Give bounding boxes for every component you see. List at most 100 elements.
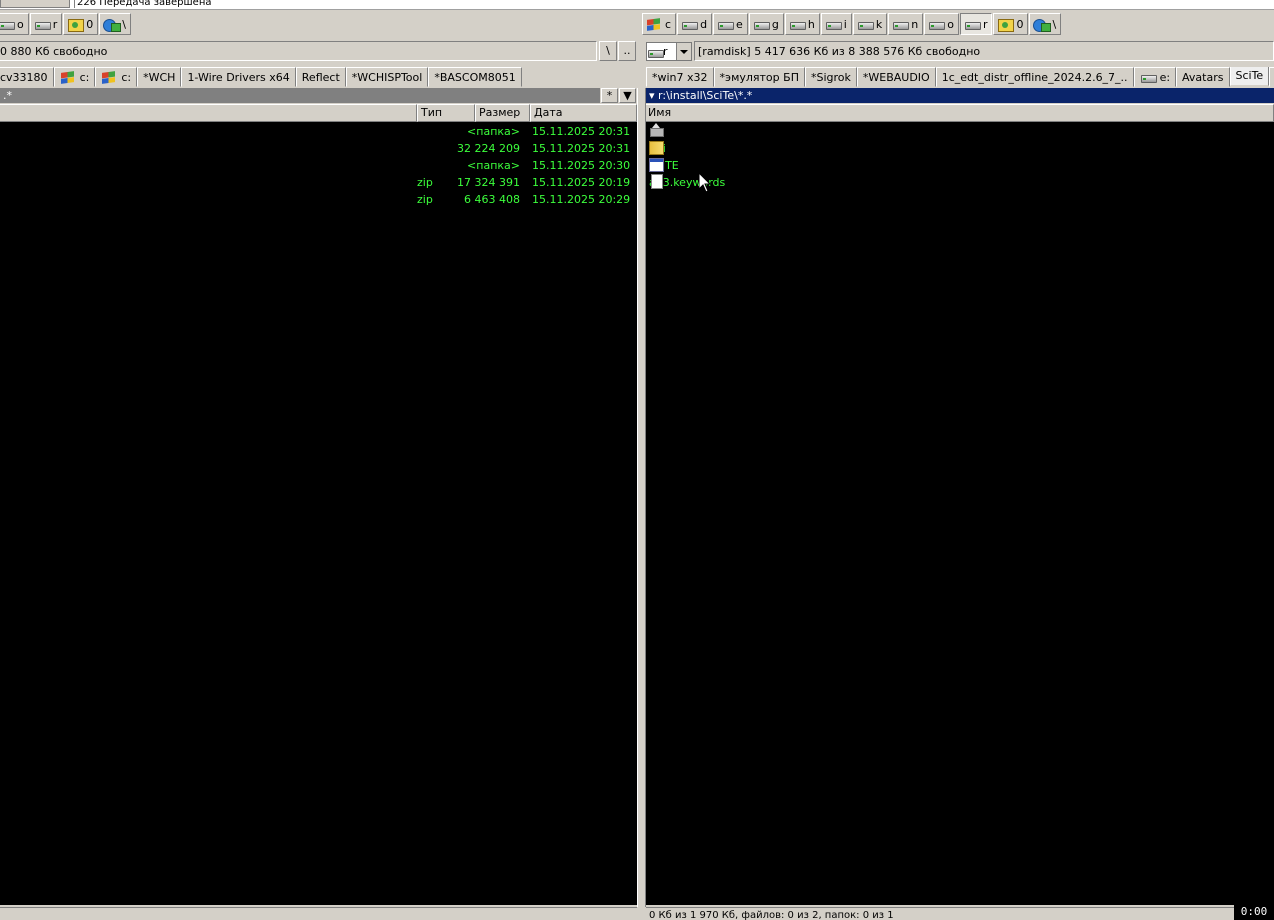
right-status-bar: 0 Кб из 1 970 Кб, файлов: 0 из 2, папок:… <box>646 907 1234 920</box>
drive-button-d[interactable]: d <box>677 13 713 35</box>
tab-label: 1c_edt_distr_offline_2024.2.6_7_.. <box>941 70 1128 84</box>
tab-label: *эмулятор БП <box>719 70 799 84</box>
document-icon <box>649 174 663 189</box>
file-date: 15.11.2025 20:29 <box>532 193 631 206</box>
ftp-status-text: 226 Передача завершена <box>74 0 212 8</box>
drive-button-network[interactable]: \ <box>1029 13 1062 35</box>
drive-button-k[interactable]: k <box>852 13 888 35</box>
tab-c-[interactable]: c: <box>95 67 138 87</box>
tab-label: Reflect <box>301 70 340 84</box>
tab-e-[interactable]: e: <box>1133 67 1177 87</box>
drive-button-r[interactable]: r <box>959 13 993 35</box>
tab-label: *Sigrok <box>810 70 851 84</box>
hdd-icon <box>825 19 842 30</box>
panel-splitter[interactable] <box>637 88 646 907</box>
left-path-bar[interactable]: .* <box>0 88 600 103</box>
drive-label: 0 <box>1016 17 1024 31</box>
drive-label: g <box>771 17 779 31</box>
tab-1-wire-drivers-x64[interactable]: 1-Wire Drivers x64 <box>181 67 296 87</box>
left-status-bar <box>0 907 637 920</box>
file-row[interactable]: <папка> 15.11.2025 20:30 <box>0 157 637 174</box>
drive-button-0[interactable]: 0 <box>993 13 1029 35</box>
file-row[interactable]: api <box>649 140 666 157</box>
hdd-icon <box>892 19 910 30</box>
drive-button-i[interactable]: i <box>820 13 852 35</box>
file-row[interactable]: <папка> 15.11.2025 20:31 <box>0 123 637 140</box>
file-date: 15.11.2025 20:30 <box>532 159 631 172</box>
network-icon <box>103 19 122 32</box>
tab-scite[interactable]: SciTe <box>1229 67 1270 86</box>
hdd-icon <box>753 19 770 30</box>
tab--webaudio[interactable]: *WEBAUDIO <box>856 67 936 87</box>
chevron-down-icon[interactable]: ▾ <box>649 89 658 102</box>
file-row[interactable]: .. <box>649 123 664 140</box>
file-date: 15.11.2025 20:31 <box>532 125 631 138</box>
drive-button-c[interactable]: c <box>642 13 677 35</box>
drive-button-o[interactable]: o <box>924 13 959 35</box>
favorites-star-button[interactable]: * <box>601 88 618 103</box>
tab-1c-edt-distr-offline-2024-2-6-7-[interactable]: 1c_edt_distr_offline_2024.2.6_7_.. <box>935 67 1134 87</box>
file-size: <папка> <box>467 159 520 172</box>
drive-label: k <box>875 17 883 31</box>
drive-button-n[interactable]: n <box>888 13 924 35</box>
tab--эмулятор-бп[interactable]: *эмулятор БП <box>713 67 805 87</box>
drive-button-g[interactable]: g <box>748 13 784 35</box>
drive-button-o[interactable]: o <box>0 13 29 35</box>
column-header-name[interactable]: Имя <box>644 104 1274 122</box>
tab-label: *WEBAUDIO <box>862 70 930 84</box>
tab-reflect[interactable]: Reflect <box>295 67 346 87</box>
tab--wchisptool[interactable]: *WCHISPTool <box>345 67 429 87</box>
drive-label: o <box>947 17 954 31</box>
parent-dir-button[interactable]: .. <box>618 41 636 61</box>
drive-label: e <box>736 17 743 31</box>
drive-button-e[interactable]: e <box>713 13 748 35</box>
column-header-type[interactable]: Тип <box>417 104 475 122</box>
windows-drive-icon <box>646 19 662 29</box>
file-row[interactable]: au3.keywords <box>649 174 725 191</box>
file-size: 17 324 391 <box>457 176 520 189</box>
application-icon <box>649 157 664 172</box>
right-file-list[interactable]: .. api SciTE au3.keywords <box>646 122 1274 905</box>
favorites-icon <box>67 19 85 32</box>
right-path-text: r:\install\SciTe\*.* <box>658 89 753 102</box>
file-date: 15.11.2025 20:31 <box>532 142 631 155</box>
column-header-name[interactable] <box>0 104 417 122</box>
ftp-status-box <box>0 0 70 8</box>
drive-button-r[interactable]: r <box>29 13 63 35</box>
right-drive-combo[interactable]: r <box>646 42 692 61</box>
drive-button-network[interactable]: \ <box>99 13 131 35</box>
mouse-cursor-icon <box>699 173 711 193</box>
tab-label: Avatars <box>1182 70 1224 84</box>
file-row[interactable]: zip 6 463 408 15.11.2025 20:29 <box>0 191 637 208</box>
file-size: 32 224 209 <box>457 142 520 155</box>
left-free-space: 0 880 Кб свободно <box>0 41 597 61</box>
column-header-size[interactable]: Размер <box>475 104 530 122</box>
tab--wch[interactable]: *WCH <box>137 67 182 87</box>
file-row[interactable]: zip 17 324 391 15.11.2025 20:19 <box>0 174 637 191</box>
drive-label: i <box>843 17 847 31</box>
tab-label: e: <box>1159 70 1171 84</box>
history-dropdown-button[interactable]: ▼ <box>619 88 636 103</box>
file-row[interactable]: 32 224 209 15.11.2025 20:31 <box>0 140 637 157</box>
tab--bascom8051[interactable]: *BASCOM8051 <box>428 67 522 87</box>
tab-arduino[interactable]: ARDUINO <box>1269 67 1274 87</box>
tab-label: c: <box>79 70 90 84</box>
file-row[interactable]: SciTE <box>649 157 679 174</box>
tab-avatars[interactable]: Avatars <box>1176 67 1230 87</box>
left-tab-bar: cv33180 c: c: *WCH 1-Wire Drivers x64 Reflect… <box>0 67 637 88</box>
tab--win7-x32[interactable]: *win7 x32 <box>646 67 714 87</box>
drive-button-0[interactable]: 0 <box>63 13 99 35</box>
chevron-down-icon[interactable] <box>676 43 691 60</box>
tab-cv33180[interactable]: cv33180 <box>0 67 54 87</box>
right-column-headers: Имя <box>644 104 1274 122</box>
left-file-list[interactable]: <папка> 15.11.2025 20:31 32 224 209 15.11.2… <box>0 122 637 905</box>
file-type: zip <box>417 176 433 189</box>
right-tab-bar: *win7 x32 *эмулятор БП *Sigrok *WEBAUDIO 1c_… <box>646 67 1274 88</box>
drive-button-h[interactable]: h <box>784 13 820 35</box>
root-dir-button[interactable]: \ <box>599 41 617 61</box>
right-path-bar[interactable]: ▾ r:\install\SciTe\*.* <box>646 88 1274 103</box>
tab--sigrok[interactable]: *Sigrok <box>804 67 857 87</box>
column-header-date[interactable]: Дата <box>530 104 637 122</box>
tab-c-[interactable]: c: <box>53 67 96 87</box>
ftp-status-strip: 226 Передача завершена <box>0 0 1274 10</box>
